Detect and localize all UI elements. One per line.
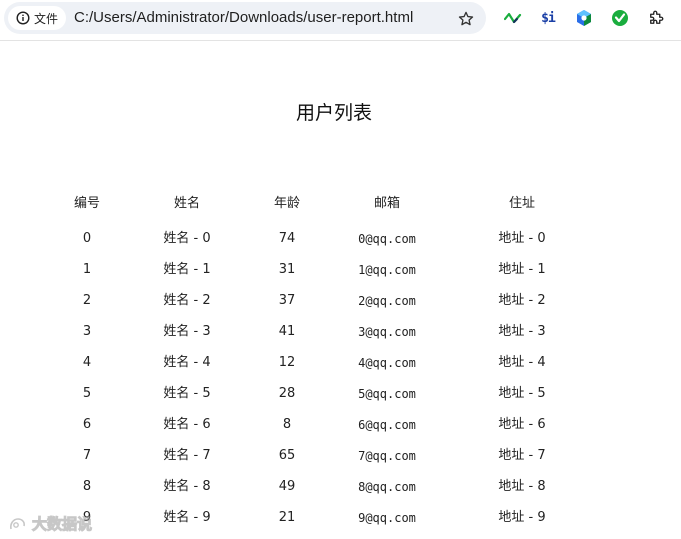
- table-cell-name: 姓名 - 7: [163, 448, 211, 463]
- table-cell-age: 12: [278, 355, 296, 370]
- browser-window: 文件 C:/Users/Administrator/Downloads/user…: [0, 0, 681, 539]
- column-header-address: 住址: [508, 196, 536, 211]
- table-cell-email: 3@qq.com: [358, 325, 416, 339]
- bookmark-star-icon[interactable]: [455, 8, 477, 30]
- table-cell-name: 姓名 - 8: [163, 479, 211, 494]
- table-cell-age: 65: [278, 448, 296, 463]
- table-cell-email: 6@qq.com: [358, 418, 416, 432]
- table-cell-name: 姓名 - 3: [163, 324, 211, 339]
- table-cell-name: 姓名 - 9: [163, 510, 211, 525]
- table-cell-name: 姓名 - 2: [163, 293, 211, 308]
- table-cell-name: 姓名 - 6: [163, 417, 211, 432]
- table-cell-email: 4@qq.com: [358, 356, 416, 370]
- table-cell-age: 49: [278, 479, 296, 494]
- table-cell-age: 41: [278, 324, 296, 339]
- column-header-age: 年龄: [273, 196, 301, 211]
- table-cell-address: 地址 - 1: [498, 262, 546, 277]
- table-cell-age: 37: [278, 293, 296, 308]
- table-cell-id: 4: [82, 355, 92, 370]
- table-cell-email: 0@qq.com: [358, 232, 416, 246]
- table-cell-address: 地址 - 3: [498, 324, 546, 339]
- browser-toolbar: 文件 C:/Users/Administrator/Downloads/user…: [0, 0, 681, 41]
- table-cell-name: 姓名 - 5: [163, 386, 211, 401]
- table-cell-email: 1@qq.com: [358, 263, 416, 277]
- watermark-logo-icon: [10, 517, 25, 529]
- table-cell-id: 2: [82, 293, 92, 308]
- site-chip-label: 文件: [33, 11, 58, 26]
- address-bar[interactable]: 文件 C:/Users/Administrator/Downloads/user…: [4, 2, 486, 34]
- table-cell-age: 28: [278, 386, 296, 401]
- site-info-chip[interactable]: 文件: [8, 6, 66, 30]
- table-cell-address: 地址 - 5: [498, 386, 546, 401]
- table-cell-address: 地址 - 7: [498, 448, 546, 463]
- url-text[interactable]: C:/Users/Administrator/Downloads/user-re…: [74, 9, 413, 26]
- table-cell-address: 地址 - 8: [498, 479, 546, 494]
- watermark: 大数据说: [8, 513, 93, 534]
- table-cell-name: 姓名 - 1: [163, 262, 211, 277]
- extensions-puzzle-icon[interactable]: [645, 7, 667, 29]
- watermark-text: 大数据说: [31, 515, 93, 534]
- table-cell-email: 8@qq.com: [358, 480, 416, 494]
- table-cell-id: 8: [82, 479, 92, 494]
- info-icon: [16, 11, 30, 25]
- table-cell-name: 姓名 - 0: [163, 231, 211, 246]
- ext-check-icon[interactable]: [609, 7, 631, 29]
- table-cell-address: 地址 - 0: [498, 231, 546, 246]
- ext-wave-icon[interactable]: [502, 7, 524, 29]
- table-cell-email: 9@qq.com: [358, 511, 416, 525]
- column-header-id: 编号: [73, 196, 101, 211]
- ext-cube-icon[interactable]: [573, 7, 595, 29]
- table-cell-name: 姓名 - 4: [163, 355, 211, 370]
- table-cell-id: 3: [82, 324, 92, 339]
- table-cell-address: 地址 - 2: [498, 293, 546, 308]
- table-cell-address: 地址 - 6: [498, 417, 546, 432]
- column-header-name: 姓名: [173, 196, 201, 211]
- ext-si-label: $i: [541, 10, 556, 26]
- table-cell-age: 74: [278, 231, 296, 246]
- ext-si-icon[interactable]: $i: [537, 7, 559, 29]
- page-title: 用户列表: [295, 102, 372, 124]
- table-cell-id: 1: [82, 262, 92, 277]
- table-cell-email: 5@qq.com: [358, 387, 416, 401]
- table-cell-email: 7@qq.com: [358, 449, 416, 463]
- table-cell-id: 6: [82, 417, 92, 432]
- column-header-email: 邮箱: [373, 196, 401, 211]
- table-cell-id: 0: [82, 231, 92, 246]
- table-cell-address: 地址 - 9: [498, 510, 546, 525]
- table-cell-email: 2@qq.com: [358, 294, 416, 308]
- table-cell-id: 5: [82, 386, 92, 401]
- table-cell-address: 地址 - 4: [498, 355, 546, 370]
- table-cell-age: 31: [278, 262, 296, 277]
- table-cell-id: 7: [82, 448, 92, 463]
- table-cell-age: 8: [282, 417, 292, 432]
- table-cell-age: 21: [278, 510, 296, 525]
